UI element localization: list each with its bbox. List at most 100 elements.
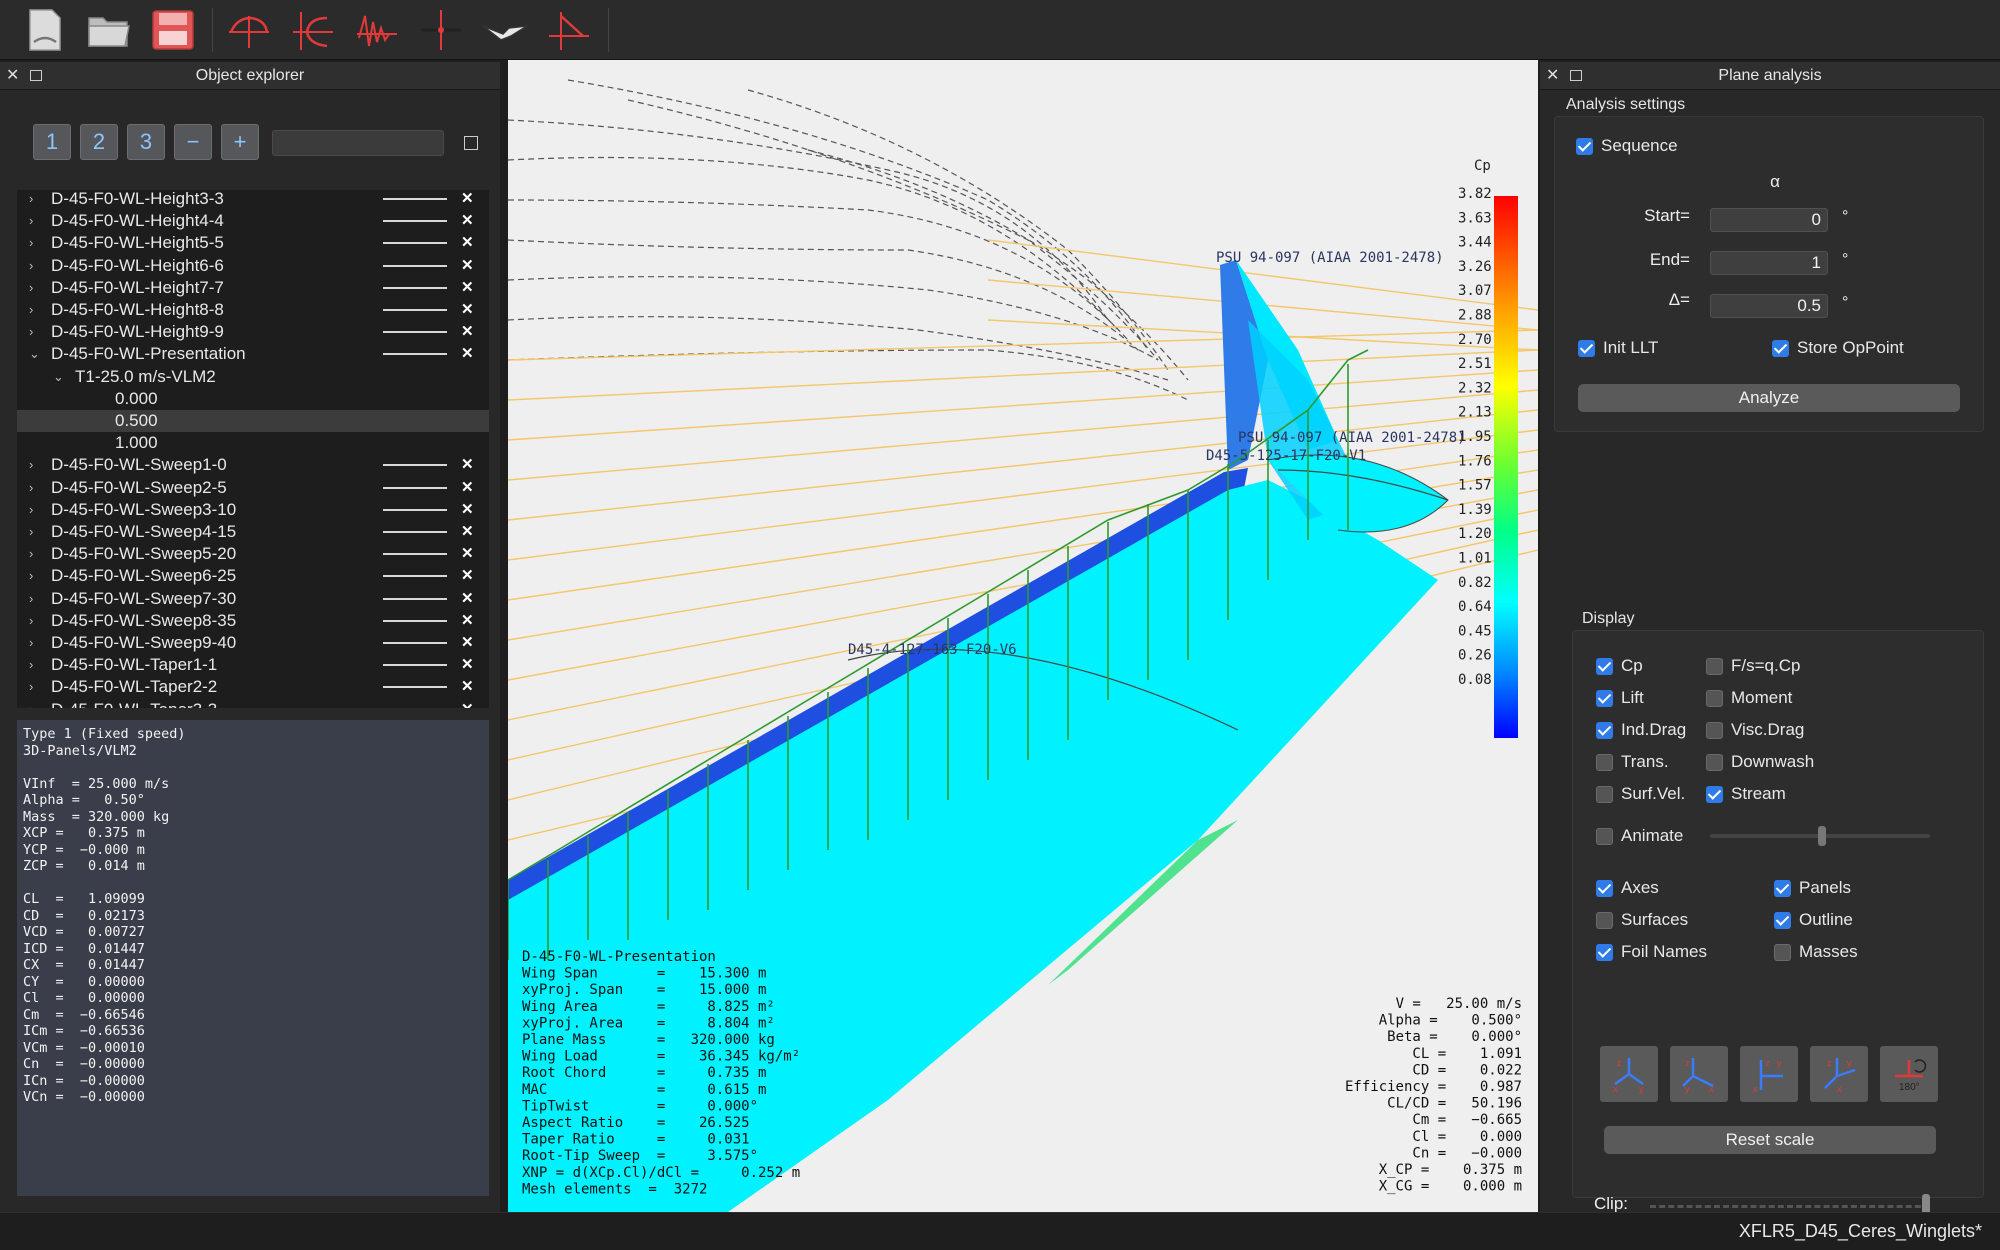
tree-expander-icon[interactable]: › (29, 676, 43, 698)
tree-expander-icon[interactable]: › (29, 588, 43, 610)
tree-expander-icon[interactable]: › (29, 277, 43, 299)
sequence-checkbox[interactable]: Sequence (1576, 136, 1678, 156)
open-folder-button[interactable] (84, 6, 134, 54)
delete-icon[interactable]: ✕ (461, 632, 474, 654)
explorer-filter-checkbox[interactable] (464, 136, 478, 150)
outline-checkbox[interactable]: Outline (1774, 910, 1853, 930)
tree-expander-icon[interactable]: › (29, 543, 43, 565)
foil-design-button[interactable] (224, 6, 274, 54)
delete-icon[interactable]: ✕ (461, 477, 474, 499)
z-view-button[interactable]: zy x (1740, 1046, 1798, 1102)
analyze-button[interactable]: Analyze (1578, 384, 1960, 412)
panels-checkbox[interactable]: Panels (1774, 878, 1851, 898)
x-view-button[interactable]: z x y (1600, 1046, 1658, 1102)
tree-expander-icon[interactable]: › (29, 699, 43, 708)
tree-item-style-line[interactable] (383, 331, 447, 334)
tree-expander-icon[interactable]: › (29, 321, 43, 343)
save-button[interactable] (148, 6, 198, 54)
tree-item[interactable]: › D-45-F0-WL-Taper3-3 ✕ (17, 699, 489, 708)
animation-speed-slider[interactable] (1710, 826, 1930, 846)
delete-icon[interactable]: ✕ (461, 210, 474, 232)
tree-expander-icon[interactable]: ⌄ (29, 343, 43, 365)
y-view-button[interactable]: z y x (1670, 1046, 1728, 1102)
tree-item[interactable]: › D-45-F0-WL-Sweep5-20 ✕ (17, 543, 489, 565)
3d-view[interactable]: Cp 3.82 3.63 3.44 3.26 3.07 2.88 2.70 2.51 2.32 2… (508, 60, 1538, 1212)
tree-item-style-line[interactable] (383, 686, 447, 689)
delete-icon[interactable]: ✕ (461, 699, 474, 708)
xfoil-batch-button[interactable] (352, 6, 402, 54)
tree-item-style-line[interactable] (383, 286, 447, 289)
wing-design-button[interactable] (416, 6, 466, 54)
tree-expander-icon[interactable]: › (29, 499, 43, 521)
tree-expander-icon[interactable]: › (29, 255, 43, 277)
tree-expander-icon[interactable]: › (29, 477, 43, 499)
visc-drag-checkbox[interactable]: Visc.Drag (1706, 720, 1804, 740)
tree-item[interactable]: 1.000 (17, 432, 489, 454)
delete-icon[interactable]: ✕ (461, 588, 474, 610)
tree-item-style-line[interactable] (383, 198, 447, 200)
flip-180-button[interactable]: 180° (1880, 1046, 1938, 1102)
view-level-1-button[interactable]: 1 (33, 124, 71, 160)
tree-item[interactable]: › D-45-F0-WL-Sweep6-25 ✕ (17, 565, 489, 587)
tree-item-style-line[interactable] (383, 264, 447, 267)
tree-expander-icon[interactable]: › (29, 299, 43, 321)
delete-icon[interactable]: ✕ (461, 676, 474, 698)
explorer-filter-input[interactable] (272, 130, 444, 156)
view-level-3-button[interactable]: 3 (127, 124, 165, 160)
masses-checkbox[interactable]: Masses (1774, 942, 1858, 962)
expand-button[interactable]: + (221, 124, 259, 160)
tree-expander-icon[interactable]: › (29, 232, 43, 254)
tree-item-style-line[interactable] (383, 642, 447, 644)
tree-item[interactable]: › D-45-F0-WL-Sweep1-0 ✕ (17, 454, 489, 476)
tree-item-style-line[interactable] (383, 220, 447, 223)
reset-scale-button[interactable]: Reset scale (1604, 1126, 1936, 1154)
tree-item[interactable]: › D-45-F0-WL-Height9-9 ✕ (17, 321, 489, 343)
tree-item[interactable]: 0.500 (17, 410, 489, 432)
float-window-icon[interactable] (30, 70, 42, 81)
collapse-button[interactable]: − (174, 124, 212, 160)
tree-item-style-line[interactable] (383, 664, 447, 667)
tree-item-style-line[interactable] (383, 309, 447, 311)
tree-item[interactable]: › D-45-F0-WL-Sweep9-40 ✕ (17, 632, 489, 654)
delete-icon[interactable]: ✕ (461, 255, 474, 277)
delete-icon[interactable]: ✕ (461, 454, 474, 476)
delete-icon[interactable]: ✕ (461, 190, 474, 210)
object-tree[interactable]: › D-45-F0-WL-Height3-3 ✕ › D-45-F0-WL-Height… (17, 190, 489, 708)
stream-checkbox[interactable]: Stream (1706, 784, 1786, 804)
inverse-design-button[interactable] (544, 6, 594, 54)
delete-icon[interactable]: ✕ (461, 521, 474, 543)
tree-expander-icon[interactable]: ⌄ (53, 366, 67, 388)
tree-item[interactable]: › D-45-F0-WL-Taper1-1 ✕ (17, 654, 489, 676)
plane-analysis-button[interactable] (480, 6, 530, 54)
moment-checkbox[interactable]: Moment (1706, 688, 1792, 708)
tree-item[interactable]: › D-45-F0-WL-Height4-4 ✕ (17, 210, 489, 232)
delta-input[interactable]: 0.5 (1710, 294, 1828, 318)
store-oppoint-checkbox[interactable]: Store OpPoint (1772, 338, 1904, 358)
surf-vel--checkbox[interactable]: Surf.Vel. (1596, 784, 1685, 804)
tree-expander-icon[interactable]: › (29, 454, 43, 476)
tree-item-style-line[interactable] (383, 242, 447, 245)
tree-item[interactable]: ⌄ D-45-F0-WL-Presentation ✕ (17, 343, 489, 365)
delete-icon[interactable]: ✕ (461, 543, 474, 565)
tree-item[interactable]: › D-45-F0-WL-Height6-6 ✕ (17, 255, 489, 277)
delete-icon[interactable]: ✕ (461, 610, 474, 632)
delete-icon[interactable]: ✕ (461, 232, 474, 254)
tree-item-style-line[interactable] (383, 575, 447, 578)
tree-expander-icon[interactable]: › (29, 610, 43, 632)
delete-icon[interactable]: ✕ (461, 565, 474, 587)
tree-item-style-line[interactable] (383, 553, 447, 556)
iso-view-button[interactable]: z y x (1810, 1046, 1868, 1102)
tree-item-style-line[interactable] (383, 353, 447, 356)
new-document-button[interactable] (20, 6, 70, 54)
axes-checkbox[interactable]: Axes (1596, 878, 1659, 898)
tree-item-style-line[interactable] (383, 486, 447, 489)
tree-item-style-line[interactable] (383, 619, 447, 622)
close-icon[interactable]: ✕ (6, 62, 19, 90)
end-input[interactable]: 1 (1710, 251, 1828, 275)
tree-item[interactable]: › D-45-F0-WL-Sweep8-35 ✕ (17, 610, 489, 632)
tree-item[interactable]: › D-45-F0-WL-Height8-8 ✕ (17, 299, 489, 321)
close-icon[interactable]: ✕ (1546, 62, 1559, 90)
delete-icon[interactable]: ✕ (461, 321, 474, 343)
downwash-checkbox[interactable]: Downwash (1706, 752, 1814, 772)
clip-slider[interactable] (1650, 1194, 1930, 1218)
